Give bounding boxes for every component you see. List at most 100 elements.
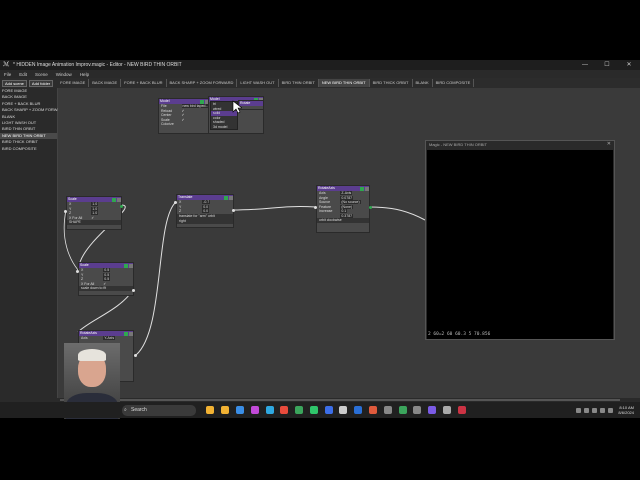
scene-item[interactable]: BACK SHARP + ZOOM FORW...: [0, 107, 61, 113]
node-output-port[interactable]: [232, 209, 235, 212]
node-toggle-icon[interactable]: [111, 197, 116, 202]
preview-close-button[interactable]: ✕: [607, 141, 611, 147]
taskbar-app-icon[interactable]: [383, 406, 392, 414]
fps-stats: 2 60=2 60 60.3 5 70.856: [428, 332, 491, 337]
node-toggle-icon[interactable]: [223, 195, 228, 200]
taskbar-app-icon[interactable]: [235, 406, 244, 414]
render-preview-window[interactable]: Magic - NEW BIRD THIN ORBIT ✕ 2 60=2 60 …: [425, 140, 615, 340]
tab-new-bird-thin-orbit[interactable]: NEW BIRD THIN ORBIT: [318, 79, 370, 87]
taskbar-app-icon[interactable]: [324, 406, 333, 414]
taskbar-app-icon[interactable]: [265, 406, 274, 414]
node-comment-line2[interactable]: right: [177, 218, 233, 224]
param-label: X For All: [81, 281, 95, 286]
node-close-icon[interactable]: [128, 263, 133, 268]
taskbar-app-icon[interactable]: [413, 406, 422, 414]
tray-icon[interactable]: [591, 407, 597, 413]
taskbar-app-icon[interactable]: [368, 406, 377, 414]
param-label: X: [179, 200, 182, 204]
add-scene-button[interactable]: Add scene: [2, 79, 27, 87]
param-label: File: [161, 104, 167, 108]
z-field[interactable]: 0.0: [202, 209, 210, 214]
node-title: RotateAxis: [318, 186, 335, 190]
x-for-all-checkbox[interactable]: ✓: [103, 282, 106, 287]
windows-taskbar: ⌕ Search 8:10 AM 8/6/2024: [0, 402, 640, 418]
node-input-port[interactable]: [76, 270, 79, 273]
taskbar-app-icon[interactable]: [280, 406, 289, 414]
wifi-icon[interactable]: [599, 407, 605, 413]
node-input-port[interactable]: [174, 201, 177, 204]
tab-fore-back-blur[interactable]: FORE + BACK BLUR: [121, 79, 167, 87]
menu-help[interactable]: Help: [76, 72, 93, 77]
taskbar-app-icon[interactable]: [309, 406, 318, 414]
node-close-icon[interactable]: [116, 197, 121, 202]
maximize-button[interactable]: ☐: [596, 60, 618, 70]
dropdown-option[interactable]: 3d model: [211, 125, 237, 130]
translate-node[interactable]: Translate X -0.7 Y 0.0 Z 0.0 translate for …: [176, 194, 234, 228]
tab-bird-thick-orbit[interactable]: BIRD THICK ORBIT: [370, 79, 413, 87]
taskbar-search[interactable]: ⌕ Search: [122, 405, 196, 416]
person-hair: [78, 349, 106, 361]
taskbar-app-icon[interactable]: [339, 406, 348, 414]
node-toggle-icon[interactable]: [123, 263, 128, 268]
menu-file[interactable]: File: [0, 72, 15, 77]
x-for-all-checkbox[interactable]: ✓: [91, 216, 94, 221]
menu-window[interactable]: Window: [52, 72, 76, 77]
scale-node-2[interactable]: Scale X 0.5 Y 0.5 Z 0.5 X For All ✓ scale do…: [78, 262, 134, 296]
add-folder-button[interactable]: Add folder: [28, 79, 54, 87]
node-toggle-icon[interactable]: [123, 331, 128, 336]
node-input-port[interactable]: [314, 206, 317, 209]
node-toggle-icon[interactable]: [199, 99, 204, 104]
model-node[interactable]: Model File new bird taped... Reload ✓ Cent…: [158, 98, 210, 134]
taskbar-app-icon[interactable]: [250, 406, 259, 414]
menu-scene[interactable]: Scene: [31, 72, 52, 77]
node-input-port[interactable]: [134, 354, 137, 357]
tab-light-wash-out[interactable]: LIGHT WASH OUT: [237, 79, 279, 87]
taskbar-clock[interactable]: 8:10 AM 8/6/2024: [618, 405, 634, 415]
node-toggle-icon[interactable]: [359, 186, 364, 191]
tab-bird-thin-orbit[interactable]: BIRD THIN ORBIT: [279, 79, 319, 87]
param-label: X: [81, 268, 84, 272]
taskbar-app-icon[interactable]: [457, 406, 466, 414]
clock-date: 8/6/2024: [618, 410, 634, 415]
param-label: Source: [319, 200, 331, 204]
tab-back-image[interactable]: BACK IMAGE: [89, 79, 122, 87]
taskbar-app-icon[interactable]: [206, 406, 215, 414]
node-comment[interactable]: scale down to fit: [79, 286, 133, 291]
taskbar-app-icon[interactable]: [428, 406, 437, 414]
param-label: Feature: [319, 204, 332, 209]
node-close-icon[interactable]: [128, 331, 133, 336]
taskbar-app-icon[interactable]: [295, 406, 304, 414]
rotate-axis-node[interactable]: RotateAxis Axis Z-Axis Angle 0.0787 Source…: [316, 185, 370, 233]
param-label: Y: [69, 206, 72, 211]
taskbar-app-icon[interactable]: [398, 406, 407, 414]
node-close-icon[interactable]: [364, 186, 369, 191]
volume-icon[interactable]: [607, 407, 613, 413]
scene-list-panel: FORE IMAGE BACK IMAGE FORE + BACK BLUR B…: [0, 88, 61, 398]
param-label: Angle: [319, 195, 328, 200]
axis-select[interactable]: Y-Axis: [103, 336, 116, 341]
tab-back-sharp-zoom[interactable]: BACK SHARP + ZOOM FORWARD: [167, 79, 238, 87]
tab-fore-image[interactable]: FORE IMAGE: [57, 79, 90, 87]
close-button[interactable]: ✕: [618, 60, 640, 70]
window-title: * HIDDEN Image Animation Improv.magic - …: [13, 62, 182, 68]
param-label: X For All: [69, 215, 83, 220]
tab-bird-composite[interactable]: BIRD COMPOSITE: [433, 79, 475, 87]
taskbar-app-icon[interactable]: [354, 406, 363, 414]
node-comment[interactable]: SHAPE: [67, 220, 121, 225]
node-output-port[interactable]: [132, 289, 135, 292]
menu-edit[interactable]: Edit: [15, 72, 31, 77]
minimize-button[interactable]: —: [574, 60, 596, 70]
node-comment[interactable]: orbit clockwise: [317, 218, 369, 223]
node-input-port[interactable]: [64, 210, 67, 213]
node-close-icon[interactable]: [228, 195, 233, 200]
scrollbar-thumb[interactable]: [60, 399, 620, 401]
scale-node[interactable]: Scale X 1.0 Y 1.0 Z 1.0 X For All ✓ SHAPE: [66, 196, 122, 230]
node-output-port[interactable]: [369, 206, 372, 209]
scene-item[interactable]: BIRD COMPOSITE: [0, 146, 57, 152]
taskbar-app-icon[interactable]: [442, 406, 451, 414]
tab-blank[interactable]: BLANK: [413, 79, 433, 87]
tray-icon[interactable]: [583, 407, 589, 413]
tray-icon[interactable]: [575, 407, 581, 413]
node-output-port[interactable]: [120, 205, 123, 208]
taskbar-app-icon[interactable]: [221, 406, 230, 414]
